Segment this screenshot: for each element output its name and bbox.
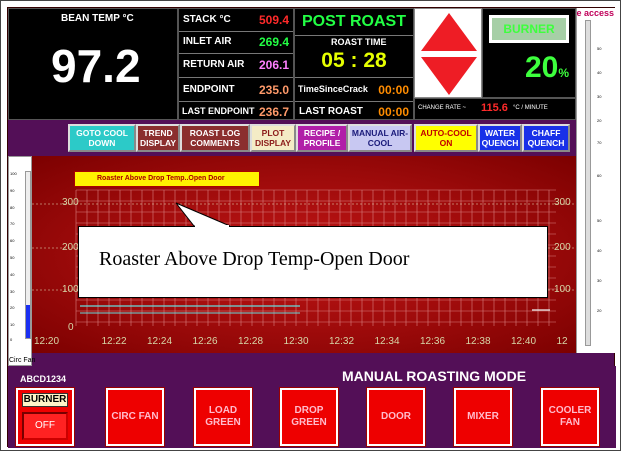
load-green-button[interactable]: LOAD GREEN bbox=[193, 387, 253, 447]
drop-green-button[interactable]: DROP GREEN bbox=[279, 387, 339, 447]
bean-temp-panel: BEAN TEMP °C 97.2 bbox=[8, 8, 178, 120]
burner-unit: % bbox=[558, 66, 569, 80]
drop-green-button-label: DROP GREEN bbox=[291, 405, 327, 428]
circ-fan-level bbox=[26, 304, 30, 338]
cooler-fan-button-label: COOLER FAN bbox=[548, 405, 592, 428]
auto-cool-button[interactable]: AUTO-COOL ON bbox=[414, 124, 478, 152]
y-tick-0: 0 bbox=[68, 322, 74, 333]
bean-temp-label: BEAN TEMP °C bbox=[61, 13, 134, 24]
stack-label: STACK °C bbox=[183, 14, 231, 25]
burner-up-arrow-icon[interactable] bbox=[415, 9, 483, 99]
recipe-profile-button[interactable]: RECIPE / PROFILE bbox=[296, 124, 348, 152]
bean-temp-value: 97.2 bbox=[51, 40, 141, 92]
inlet-air-value: 269.4 bbox=[258, 35, 289, 49]
burner-toggle-label: BURNER bbox=[22, 393, 68, 407]
roast-time-value: 05 : 28 bbox=[321, 49, 387, 72]
return-air-label: RETURN AIR bbox=[183, 59, 245, 70]
burner-percent: 20 bbox=[524, 51, 559, 84]
stack-value: 509.4 bbox=[258, 13, 289, 27]
burner-toggle-button[interactable]: BURNER OFF bbox=[15, 387, 75, 447]
change-rate-panel: CHANGE RATE ~ 115.6 °C / MINUTE bbox=[414, 98, 576, 120]
plot-display-button[interactable]: PLOT DISPLAY bbox=[250, 124, 296, 152]
manual-air-cool-button[interactable]: MANUAL AIR-COOL bbox=[348, 124, 412, 152]
last-roast-label: LAST ROAST bbox=[299, 106, 363, 117]
circ-fan-gauge: 100 90 80 70 60 50 40 30 20 10 0 Circ Fa… bbox=[8, 156, 36, 366]
endpoint-label: ENDPOINT bbox=[183, 84, 235, 95]
y-tick-200: 200 bbox=[62, 242, 79, 253]
y-tick-100: 100 bbox=[62, 284, 79, 295]
screenshot-frame: BEAN TEMP °C 97.2 STACK °C 509.4 INLET A… bbox=[0, 0, 621, 451]
device-id: ABCD1234 bbox=[20, 374, 67, 384]
toolbar: GOTO COOL DOWN TREND DISPLAY ROAST LOG C… bbox=[8, 120, 576, 156]
x-tick-label: 12:26 bbox=[192, 336, 218, 347]
chart-alarm-banner: Roaster Above Drop Temp..Open Door bbox=[74, 171, 260, 187]
x-tick-label: 12:36 bbox=[420, 336, 446, 347]
right-gauge-bar bbox=[585, 20, 591, 346]
phase-label: POST ROAST bbox=[301, 13, 406, 30]
y-tick-right-200: 200 bbox=[554, 242, 571, 253]
change-rate-label: CHANGE RATE ~ bbox=[418, 105, 467, 111]
x-tick-label: 12:20 bbox=[34, 336, 60, 347]
x-tick-label: 12:24 bbox=[147, 336, 173, 347]
x-tick-label: 12:40 bbox=[511, 336, 537, 347]
readings-panel: STACK °C 509.4 INLET AIR 269.4 RETURN AI… bbox=[178, 8, 294, 120]
last-endpoint-label: LAST ENDPOINT bbox=[182, 106, 255, 116]
burner-toggle-state: OFF bbox=[22, 412, 68, 440]
cooler-fan-button[interactable]: COOLER FAN bbox=[540, 387, 600, 447]
right-gauge-panel: e access 50 40 30 20 70 60 50 40 30 20 bbox=[576, 8, 616, 353]
y-tick-right-100: 100 bbox=[554, 284, 571, 295]
x-tick-label: 12:34 bbox=[374, 336, 400, 347]
time-since-crack-value: 00:00 bbox=[378, 83, 409, 97]
trend-display-button[interactable]: TREND DISPLAY bbox=[136, 124, 180, 152]
mixer-button-label: MIXER bbox=[467, 411, 499, 422]
x-tick-label: 12:22 bbox=[101, 336, 127, 347]
roast-status-panel: POST ROAST ROAST TIME 05 : 28 TimeSinceC… bbox=[294, 8, 414, 120]
circ-fan-gauge-bar bbox=[25, 171, 31, 339]
door-button[interactable]: DOOR bbox=[366, 387, 426, 447]
door-alarm-callout: Roaster Above Drop Temp-Open Door bbox=[78, 226, 548, 298]
mode-label: MANUAL ROASTING MODE bbox=[342, 368, 527, 384]
change-rate-value: 115.6 bbox=[481, 102, 508, 114]
y-tick-right-300: 300 bbox=[554, 197, 571, 208]
change-rate-unit: °C / MINUTE bbox=[513, 105, 548, 111]
time-since-crack-label: TimeSinceCrack bbox=[298, 84, 368, 94]
return-air-value: 206.1 bbox=[258, 58, 289, 72]
x-tick-label: 12:38 bbox=[465, 336, 491, 347]
chaff-quench-button[interactable]: CHAFF QUENCH bbox=[522, 124, 570, 152]
circ-fan-button[interactable]: CIRC FAN bbox=[105, 387, 165, 447]
callout-text: Roaster Above Drop Temp-Open Door bbox=[99, 248, 410, 270]
access-label: e access bbox=[576, 8, 614, 18]
circ-fan-label: Circ Fan bbox=[9, 357, 36, 364]
goto-cool-down-button[interactable]: GOTO COOL DOWN bbox=[68, 124, 136, 152]
y-tick-300: 300 bbox=[62, 197, 79, 208]
water-quench-button[interactable]: WATER QUENCH bbox=[478, 124, 522, 152]
last-roast-value: 00:00 bbox=[378, 105, 409, 119]
roast-time-label: ROAST TIME bbox=[331, 37, 387, 47]
roast-log-comments-button[interactable]: ROAST LOG COMMENTS bbox=[180, 124, 250, 152]
x-tick-label: 12:30 bbox=[283, 336, 309, 347]
circ-fan-button-label: CIRC FAN bbox=[111, 411, 159, 422]
x-tick-label: 12:32 bbox=[329, 336, 355, 347]
roaster-control-screen: BEAN TEMP °C 97.2 STACK °C 509.4 INLET A… bbox=[7, 7, 616, 448]
burner-arrows-panel bbox=[414, 8, 482, 98]
load-green-button-label: LOAD GREEN bbox=[205, 405, 241, 428]
burner-value: 20% bbox=[483, 51, 569, 85]
x-tick-label: 12:28 bbox=[238, 336, 264, 347]
last-endpoint-value: 236.7 bbox=[258, 105, 289, 119]
door-button-label: DOOR bbox=[381, 411, 411, 422]
mixer-button[interactable]: MIXER bbox=[453, 387, 513, 447]
x-tick-label: 12 bbox=[556, 336, 568, 347]
inlet-air-label: INLET AIR bbox=[183, 36, 232, 47]
endpoint-value: 235.0 bbox=[258, 83, 289, 97]
burner-panel: BURNER 20% bbox=[482, 8, 576, 98]
burner-label: BURNER bbox=[489, 15, 569, 43]
